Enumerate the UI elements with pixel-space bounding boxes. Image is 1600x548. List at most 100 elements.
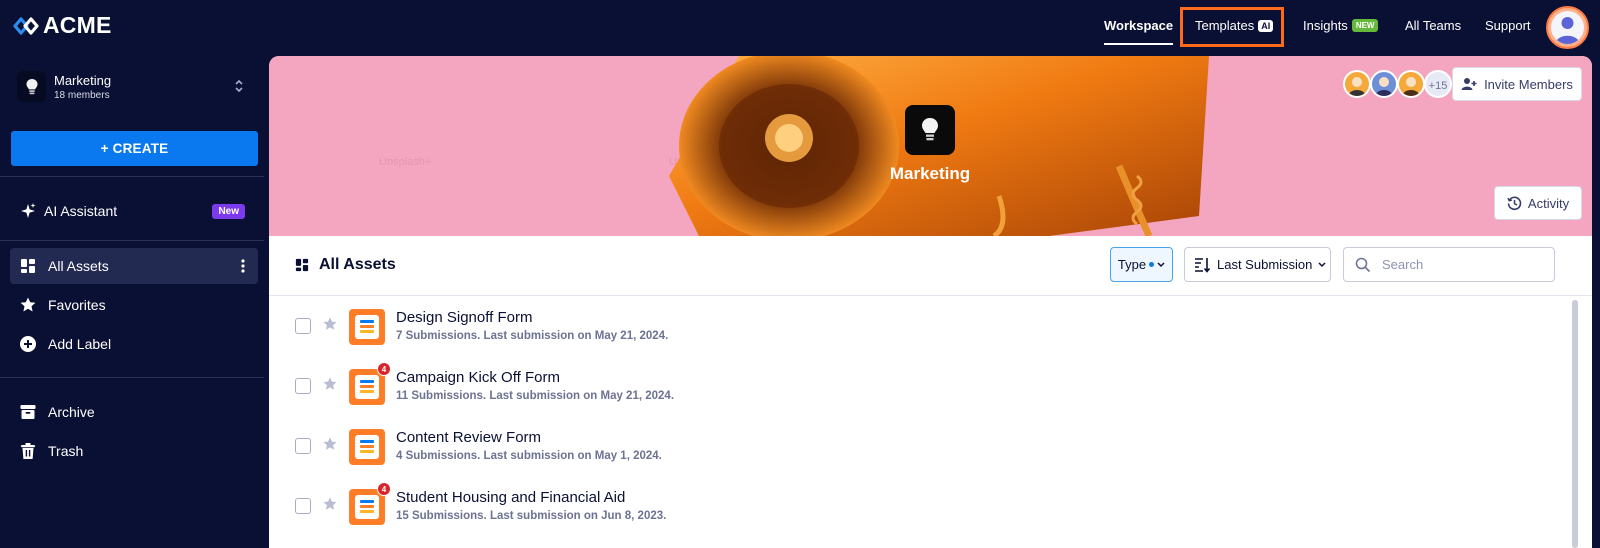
ai-assistant-new-badge: New — [212, 204, 245, 219]
member-avatar — [1370, 70, 1398, 98]
sidebar-item-add-label[interactable]: Add Label — [10, 326, 258, 362]
nav-active-underline — [1104, 43, 1174, 45]
asset-row[interactable]: Content Review Form 4 Submissions. Last … — [269, 417, 1569, 477]
team-lightbulb-icon — [905, 105, 955, 155]
brand-logo[interactable]: ACME — [13, 12, 112, 39]
asset-meta: 7 Submissions. Last submission on May 21… — [396, 330, 669, 342]
filter-active-dot — [1149, 262, 1155, 267]
sidebar-item-all-assets[interactable]: All Assets — [10, 248, 258, 284]
brand-name: ACME — [43, 12, 112, 38]
nav-insights-label: Insights — [1303, 18, 1348, 33]
assets-heading-label: All Assets — [319, 256, 396, 273]
chevron-down-icon — [1157, 261, 1165, 267]
nav-support-label: Support — [1485, 18, 1531, 33]
row-checkbox[interactable] — [295, 498, 311, 514]
sort-icon — [1195, 257, 1211, 273]
activity-label: Activity — [1527, 195, 1570, 211]
asset-meta: 15 Submissions. Last submission on Jun 8… — [396, 510, 667, 522]
assets-toolbar: All Assets Type Last Submission — [269, 236, 1592, 296]
main-panel: Unsplash+ Unsplash+ Unsplash+ — [269, 56, 1592, 548]
asset-title[interactable]: Design Signoff Form — [396, 309, 532, 326]
archive-icon — [19, 403, 37, 421]
star-icon — [19, 296, 37, 314]
notification-badge: 4 — [377, 482, 391, 496]
nav-support[interactable]: Support — [1485, 18, 1531, 33]
history-icon — [1507, 196, 1522, 210]
create-button[interactable]: + CREATE — [11, 131, 258, 166]
favorite-star-icon[interactable] — [322, 436, 338, 452]
sidebar-item-favorites[interactable]: Favorites — [10, 287, 258, 323]
sort-label: Last Submission — [1217, 257, 1313, 272]
type-filter-button[interactable]: Type — [1110, 247, 1173, 282]
favorite-star-icon[interactable] — [322, 376, 338, 392]
team-banner: Unsplash+ Unsplash+ Unsplash+ — [269, 56, 1592, 236]
user-avatar[interactable] — [1546, 6, 1589, 49]
type-filter-label: Type — [1117, 257, 1147, 272]
acme-logo-icon — [13, 16, 39, 35]
team-member-count: 18 members — [54, 90, 110, 101]
assets-heading: All Assets — [295, 256, 396, 274]
lightbulb-icon — [17, 71, 46, 102]
asset-title[interactable]: Student Housing and Financial Aid — [396, 489, 625, 506]
sidebar-item-label: AI Assistant — [44, 203, 118, 219]
search-box[interactable] — [1343, 247, 1555, 282]
sidebar-divider — [0, 176, 264, 177]
nav-insights[interactable]: Insights NEW — [1303, 18, 1379, 33]
member-avatar — [1397, 70, 1425, 98]
sidebar-item-label: Trash — [48, 443, 84, 459]
sidebar-item-label: Add Label — [48, 336, 112, 352]
trash-icon — [19, 442, 37, 460]
notification-badge: 4 — [377, 362, 391, 376]
extra-members-count: +15 — [1424, 70, 1452, 98]
nav-templates[interactable]: Templates AI — [1195, 18, 1274, 33]
nav-templates-label: Templates — [1195, 18, 1255, 33]
search-icon — [1355, 257, 1371, 272]
sparkle-icon — [19, 202, 37, 220]
favorite-star-icon[interactable] — [322, 496, 338, 512]
nav-workspace[interactable]: Workspace — [1104, 18, 1174, 45]
banner-team-title: Marketing — [889, 164, 971, 183]
invite-members-label: Invite Members — [1484, 76, 1573, 92]
team-name: Marketing — [54, 73, 112, 88]
sort-button[interactable]: Last Submission — [1184, 247, 1331, 282]
row-checkbox[interactable] — [295, 378, 311, 394]
chevron-updown-icon — [235, 79, 243, 93]
user-avatar-icon — [1551, 11, 1584, 44]
form-icon — [349, 429, 385, 465]
top-bar: ACME Workspace Templates AI Insights NEW… — [0, 0, 1600, 54]
grid-icon — [19, 257, 37, 275]
kebab-menu-icon[interactable] — [241, 258, 245, 274]
sidebar-item-label: Archive — [48, 404, 95, 420]
asset-row[interactable]: 4 Campaign Kick Off Form 11 Submissions.… — [269, 357, 1569, 417]
nav-all-teams-label: All Teams — [1405, 18, 1462, 33]
sidebar-item-archive[interactable]: Archive — [10, 394, 258, 430]
member-avatar — [1343, 70, 1371, 98]
sidebar-divider — [0, 240, 264, 241]
plus-circle-icon — [19, 335, 37, 353]
sidebar-item-label: All Assets — [48, 258, 109, 274]
nav-all-teams[interactable]: All Teams — [1405, 18, 1461, 33]
team-switcher[interactable]: Marketing 18 members — [17, 71, 257, 105]
sidebar-item-label: Favorites — [48, 297, 106, 313]
asset-row[interactable]: Design Signoff Form 7 Submissions. Last … — [269, 297, 1569, 357]
row-checkbox[interactable] — [295, 318, 311, 334]
ai-badge: AI — [1258, 19, 1274, 32]
add-user-icon — [1461, 78, 1477, 90]
asset-title[interactable]: Campaign Kick Off Form — [396, 369, 560, 386]
nav-workspace-label: Workspace — [1104, 18, 1174, 33]
favorite-star-icon[interactable] — [322, 316, 338, 332]
asset-row[interactable]: 4 Student Housing and Financial Aid 15 S… — [269, 477, 1569, 537]
asset-title[interactable]: Content Review Form — [396, 429, 541, 446]
new-badge: NEW — [1351, 19, 1379, 32]
activity-button[interactable]: Activity — [1494, 186, 1582, 220]
sidebar-divider — [0, 377, 264, 378]
list-scrollbar[interactable] — [1572, 300, 1578, 548]
search-input[interactable] — [1382, 257, 1542, 272]
sidebar-item-ai-assistant[interactable]: AI Assistant New — [10, 193, 258, 229]
sidebar-item-trash[interactable]: Trash — [10, 433, 258, 469]
form-icon — [349, 309, 385, 345]
asset-meta: 11 Submissions. Last submission on May 2… — [396, 390, 675, 402]
asset-list: Design Signoff Form 7 Submissions. Last … — [269, 297, 1592, 548]
invite-members-button[interactable]: Invite Members — [1452, 67, 1582, 101]
row-checkbox[interactable] — [295, 438, 311, 454]
